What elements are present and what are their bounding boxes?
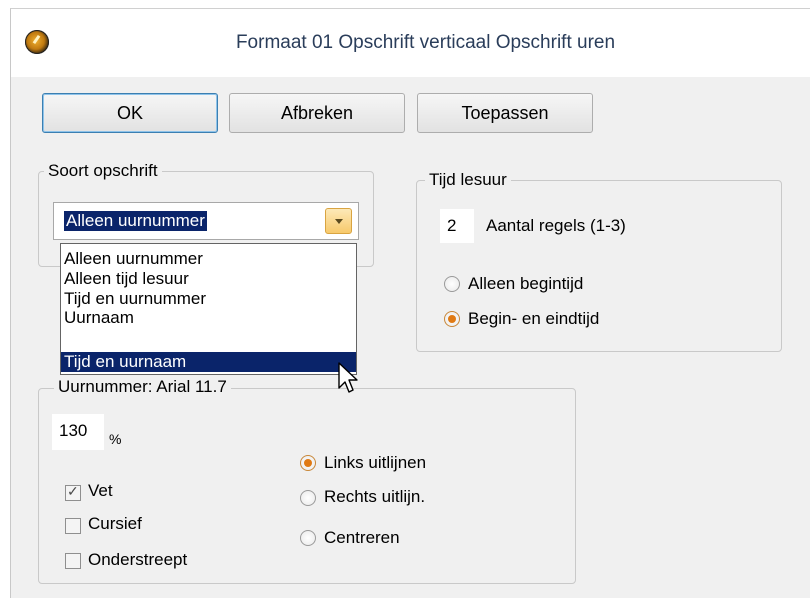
chevron-down-icon[interactable] — [325, 208, 352, 234]
combobox-selected-value: Alleen uurnummer — [64, 211, 207, 231]
aantal-regels-input[interactable]: 2 — [440, 209, 474, 243]
radio-rechts-uitlijnen-label: Rechts uitlijn. — [324, 487, 426, 506]
grootte-percent-input[interactable]: 130 — [52, 414, 104, 450]
ok-button[interactable]: OK — [42, 93, 218, 133]
title-bar: Formaat 01 Opschrift verticaal Opschrift… — [11, 9, 810, 77]
radio-begin-eindtijd[interactable] — [444, 311, 460, 327]
vet-label: Vet — [88, 481, 113, 500]
cancel-button[interactable]: Afbreken — [229, 93, 405, 133]
cursief-label: Cursief — [88, 514, 142, 533]
soort-opschrift-combobox[interactable]: Alleen uurnummer — [53, 202, 359, 240]
radio-rechts-uitlijnen[interactable] — [300, 490, 316, 506]
percent-unit-label: % — [109, 431, 122, 447]
mouse-cursor-icon — [338, 362, 358, 393]
uurnummer-label: Uurnummer: Arial 11.7 — [54, 377, 231, 397]
radio-centreren[interactable] — [300, 530, 316, 546]
dropdown-option[interactable]: Uurnaam — [61, 308, 356, 328]
radio-alleen-begintijd-label: Alleen begintijd — [468, 274, 584, 293]
apply-button[interactable]: Toepassen — [417, 93, 593, 133]
aantal-regels-label: Aantal regels (1-3) — [486, 216, 626, 235]
dropdown-option[interactable]: Alleen uurnummer — [61, 249, 356, 269]
onderstreept-checkbox[interactable] — [65, 553, 81, 569]
soort-opschrift-dropdown-list: Alleen uurnummer Alleen tijd lesuur Tijd… — [60, 243, 357, 375]
dropdown-option[interactable]: Tijd en uurnummer — [61, 289, 356, 309]
vet-checkbox[interactable]: ✓ — [65, 483, 81, 501]
radio-alleen-begintijd[interactable] — [444, 276, 460, 292]
window-title: Formaat 01 Opschrift verticaal Opschrift… — [235, 32, 616, 53]
onderstreept-label: Onderstreept — [88, 550, 188, 569]
checkmark-icon: ✓ — [67, 483, 79, 499]
dropdown-option-highlighted[interactable]: Tijd en uurnaam — [61, 352, 356, 372]
radio-links-uitlijnen-label: Links uitlijnen — [324, 453, 427, 472]
radio-begin-eindtijd-label: Begin- en eindtijd — [468, 309, 600, 328]
dropdown-option[interactable]: Alleen tijd lesuur — [61, 269, 356, 289]
tijd-lesuur-label: Tijd lesuur — [425, 170, 511, 190]
radio-centreren-label: Centreren — [324, 528, 400, 547]
soort-opschrift-label: Soort opschrift — [44, 161, 162, 181]
radio-links-uitlijnen[interactable] — [300, 455, 316, 471]
cursief-checkbox[interactable] — [65, 518, 81, 534]
